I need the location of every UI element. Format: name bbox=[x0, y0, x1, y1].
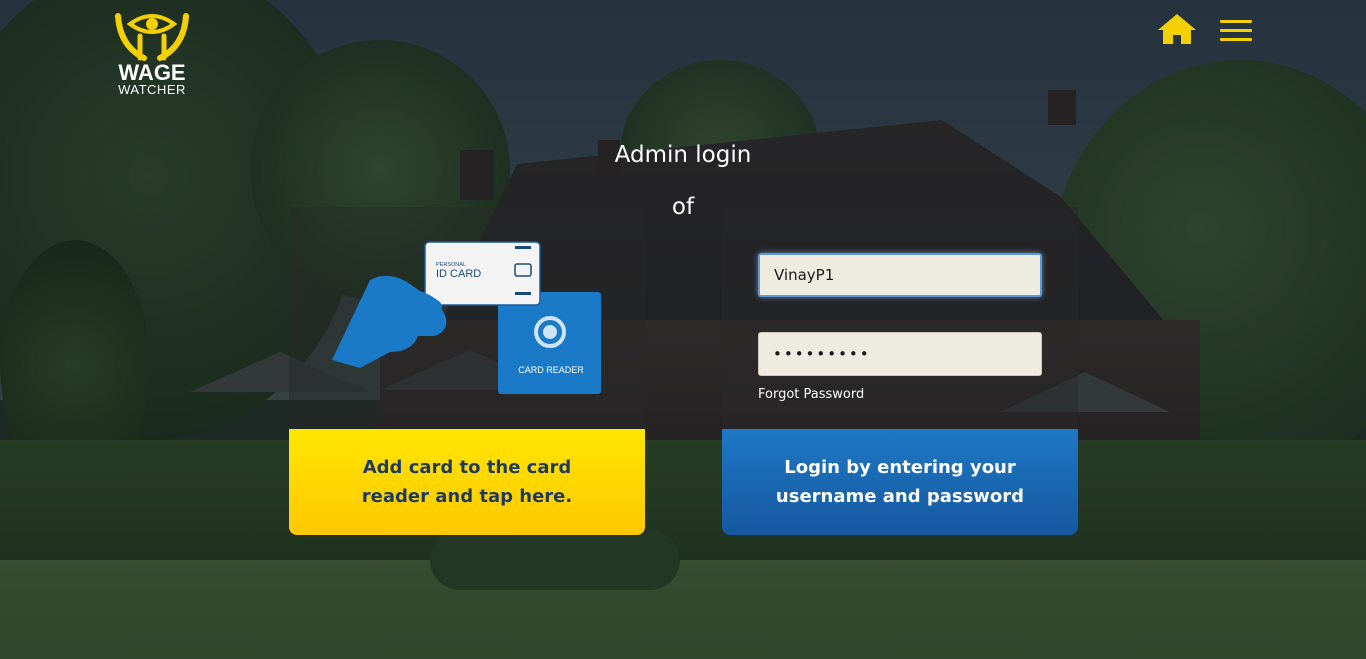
card-label: ID CARD bbox=[436, 268, 481, 280]
id-card-reader-illustration: CARD READER PERSONAL ID CARD bbox=[332, 241, 601, 394]
home-icon[interactable] bbox=[1156, 12, 1198, 46]
page-title: Admin login bbox=[614, 142, 752, 168]
username-field[interactable] bbox=[758, 253, 1042, 297]
credential-login-button[interactable]: Login by entering your username and pass… bbox=[722, 429, 1078, 535]
logo-text-watcher: WATCHER bbox=[118, 82, 186, 97]
background-photo bbox=[0, 0, 1366, 659]
reader-label: CARD READER bbox=[518, 365, 584, 375]
password-field[interactable] bbox=[758, 332, 1042, 376]
card-login-button[interactable]: Add card to the card reader and tap here… bbox=[289, 429, 645, 535]
forgot-password-link[interactable]: Forgot Password bbox=[758, 387, 864, 402]
hamburger-menu-icon[interactable] bbox=[1218, 18, 1254, 44]
